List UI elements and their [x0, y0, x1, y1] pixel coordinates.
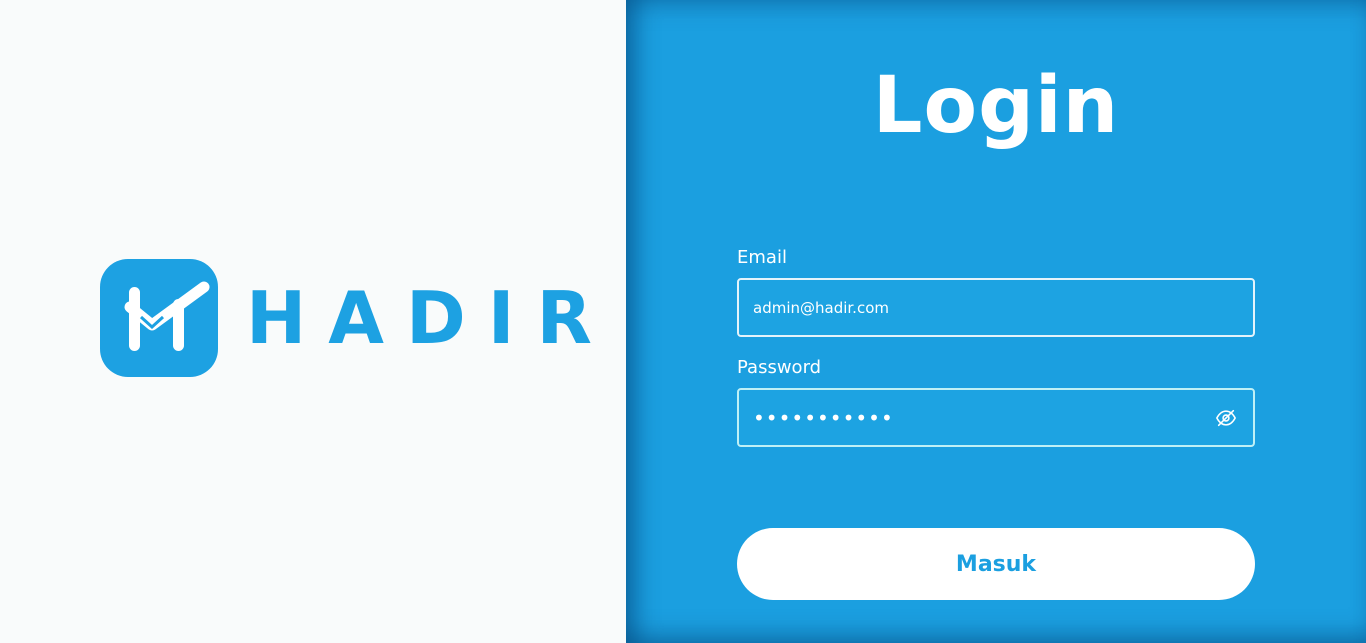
password-label: Password [737, 357, 822, 378]
login-panel: Login Email Password Masuk [626, 0, 1366, 643]
logo: HADIR [100, 259, 614, 377]
password-field-wrapper [737, 388, 1255, 447]
page-title: Login [872, 61, 1120, 151]
password-field[interactable] [753, 405, 1203, 430]
email-field-wrapper [737, 278, 1255, 337]
eye-off-icon[interactable] [1213, 405, 1239, 431]
hadir-h-check-icon [100, 259, 218, 377]
brand-name: HADIR [246, 276, 614, 360]
brand-panel: HADIR [0, 0, 626, 643]
email-label: Email [737, 247, 787, 268]
email-field[interactable] [753, 298, 1239, 317]
masuk-button[interactable]: Masuk [737, 528, 1255, 600]
